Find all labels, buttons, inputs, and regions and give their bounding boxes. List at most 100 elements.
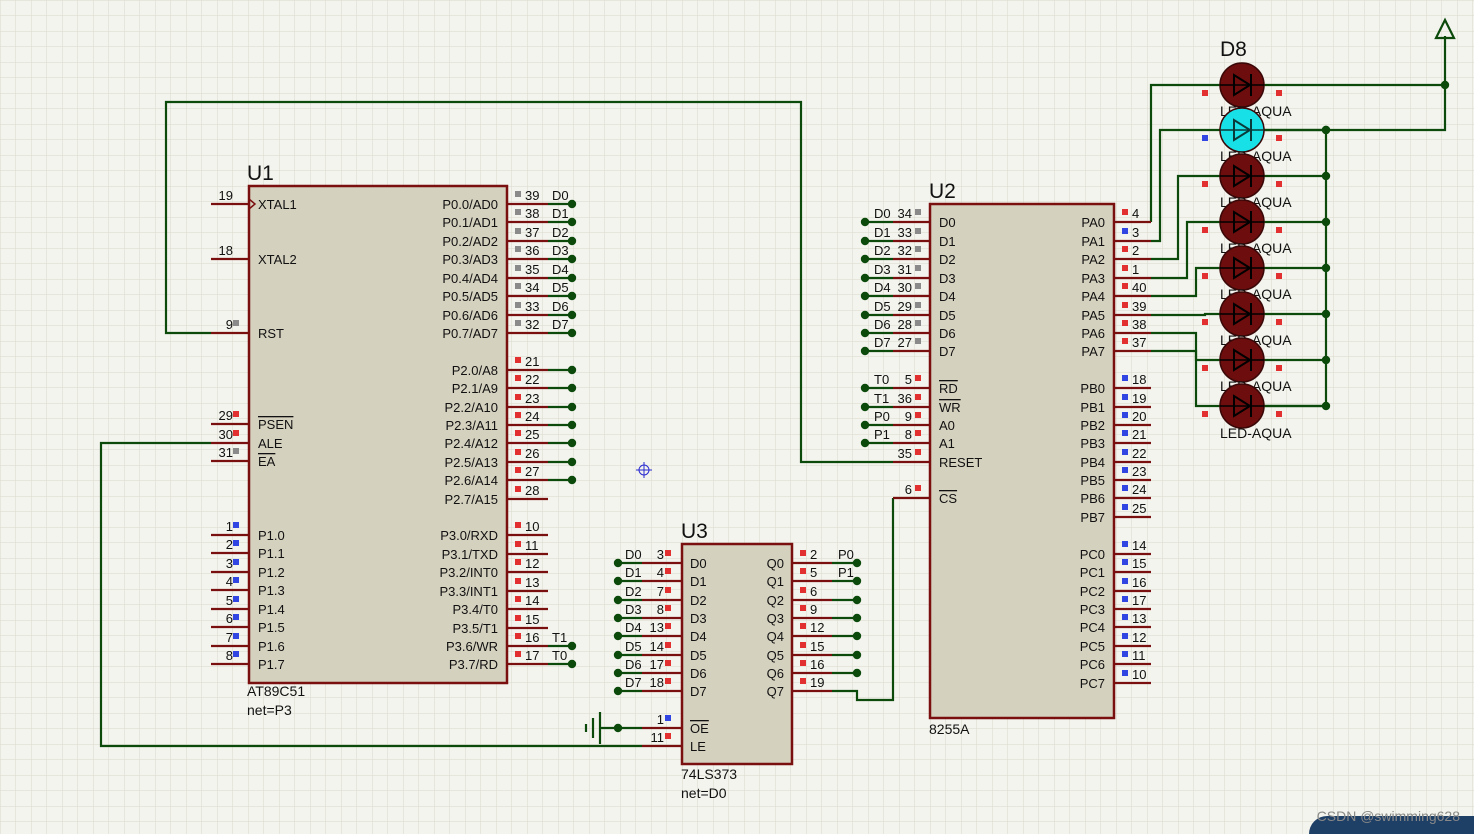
pin-name: D3 <box>939 271 956 286</box>
pin-marker <box>1122 412 1128 418</box>
pin-number: 9 <box>810 602 817 617</box>
junction-dot <box>567 365 577 375</box>
junction-dot <box>860 420 870 430</box>
junction-dot <box>613 686 623 696</box>
pin-number: 3 <box>1132 225 1139 240</box>
net-label: D5 <box>625 639 642 654</box>
pin-name: P0.2/AD2 <box>442 234 498 249</box>
pin-name: D1 <box>939 234 956 249</box>
pin-number: 7 <box>226 630 233 645</box>
pin-name: P3.2/INT0 <box>439 565 498 580</box>
pin-name: P2.4/A12 <box>445 436 499 451</box>
pin-name: P1.4 <box>258 602 285 617</box>
junction-dot <box>567 438 577 448</box>
net-label: D7 <box>625 675 642 690</box>
pin-name: D7 <box>939 344 956 359</box>
pin-marker <box>515 228 521 234</box>
net-label: P1 <box>838 565 854 580</box>
net-label: D7 <box>874 335 891 350</box>
pin-marker <box>1202 365 1208 371</box>
pin-number: 5 <box>810 565 817 580</box>
pin-number: 30 <box>898 280 912 295</box>
pin-number: 39 <box>525 188 539 203</box>
junction-dot <box>852 650 862 660</box>
junction-dot <box>567 383 577 393</box>
u2-part: 8255A <box>929 721 970 737</box>
net-label: D3 <box>874 262 891 277</box>
pin-marker <box>515 430 521 436</box>
pin-name: ALE <box>258 436 283 451</box>
pin-marker <box>233 411 239 417</box>
junction-dot <box>613 613 623 623</box>
junction-dot <box>860 273 870 283</box>
pin-number: 16 <box>525 630 539 645</box>
pin-marker <box>1122 670 1128 676</box>
pin-marker <box>665 623 671 629</box>
wire <box>1151 312 1220 317</box>
net-label: P0 <box>838 547 854 562</box>
junction-dot <box>613 576 623 586</box>
pin-marker <box>1276 411 1282 417</box>
pin-number: 9 <box>226 317 233 332</box>
u1-net: net=P3 <box>247 702 292 718</box>
pin-marker <box>1202 273 1208 279</box>
pin-marker <box>233 614 239 620</box>
net-label: D2 <box>874 243 891 258</box>
pin-name: Q0 <box>767 556 784 571</box>
pin-name: PA7 <box>1081 344 1105 359</box>
pin-name: XTAL1 <box>258 197 297 212</box>
pin-marker <box>515 467 521 473</box>
pin-name: OE <box>690 721 709 736</box>
pin-marker <box>665 733 671 739</box>
junction-dot <box>613 595 623 605</box>
pin-marker <box>233 430 239 436</box>
net-label: D1 <box>874 225 891 240</box>
pin-number: 4 <box>226 574 233 589</box>
net-label: D5 <box>552 280 569 295</box>
pin-number: 28 <box>525 483 539 498</box>
pin-marker <box>1276 135 1282 141</box>
pin-number: 21 <box>525 354 539 369</box>
junction-dot <box>613 558 623 568</box>
pin-name: Q1 <box>767 574 784 589</box>
pin-number: 27 <box>525 464 539 479</box>
pin-number: 13 <box>525 575 539 590</box>
pin-marker <box>515 596 521 602</box>
pin-marker <box>665 568 671 574</box>
pin-marker <box>515 615 521 621</box>
junction-dot <box>567 402 577 412</box>
pin-name: PB0 <box>1080 381 1105 396</box>
schematic-canvas[interactable]: 19XTAL118XTAL29RST29PSEN30ALE31EA1P1.02P… <box>0 0 1474 834</box>
pin-name: P0.0/AD0 <box>442 197 498 212</box>
pin-marker <box>665 550 671 556</box>
pin-name: P0.5/AD5 <box>442 289 498 304</box>
pin-marker <box>1276 273 1282 279</box>
net-label: D7 <box>552 317 569 332</box>
pin-number: 7 <box>657 584 664 599</box>
pin-marker <box>515 522 521 528</box>
pin-number: 11 <box>525 538 539 553</box>
pin-number: 14 <box>525 593 539 608</box>
pin-name: D5 <box>939 308 956 323</box>
pin-name: P1.6 <box>258 639 285 654</box>
pin-number: 19 <box>810 675 824 690</box>
pin-number: 26 <box>525 446 539 461</box>
pin-name: PA1 <box>1081 234 1105 249</box>
pin-marker <box>800 660 806 666</box>
pin-number: 12 <box>810 620 824 635</box>
pin-marker <box>800 623 806 629</box>
junction-dot <box>852 668 862 678</box>
pin-name: P0.4/AD4 <box>442 271 498 286</box>
pin-marker <box>1122 375 1128 381</box>
u3-part: 74LS373 <box>681 766 737 782</box>
pin-marker <box>1122 541 1128 547</box>
junction-dot <box>860 310 870 320</box>
junction-dot <box>1440 80 1450 90</box>
pin-marker <box>515 191 521 197</box>
pin-name: EA <box>258 454 276 469</box>
pin-marker <box>515 357 521 363</box>
u3-ref: U3 <box>681 520 708 543</box>
pin-name: P3.5/T1 <box>452 621 498 636</box>
pin-name: P2.5/A13 <box>445 455 499 470</box>
junction-dot <box>567 420 577 430</box>
